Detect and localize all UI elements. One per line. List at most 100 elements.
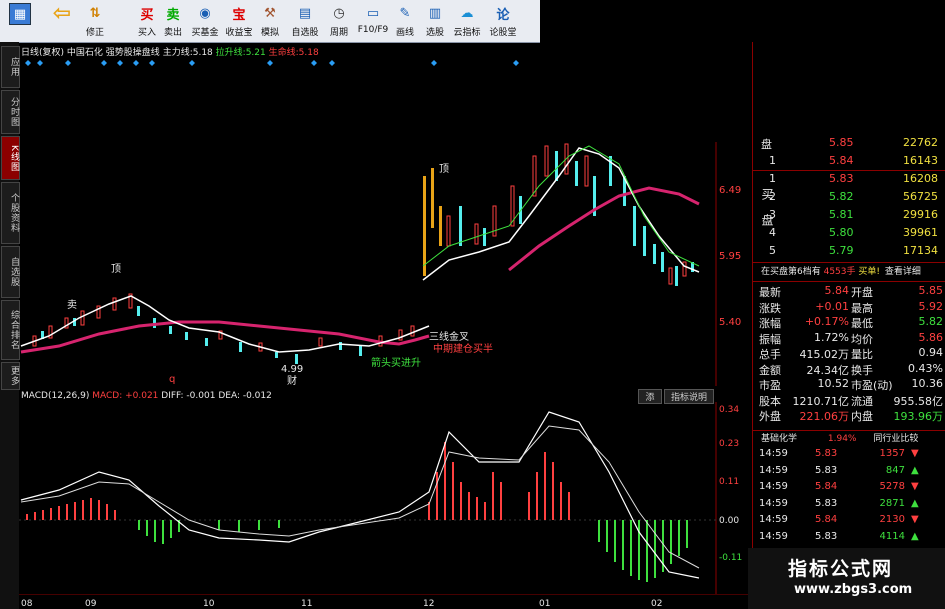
buy-vol-2: 56725	[903, 190, 938, 203]
x-tick-12: 12	[423, 599, 434, 609]
quote-value: 5.82	[918, 315, 944, 328]
quote-label: 量比	[851, 348, 873, 361]
x-tick-09: 09	[85, 599, 97, 609]
industry-compare-link[interactable]: 同行业比较	[873, 434, 918, 444]
sell-level: 1	[769, 154, 776, 167]
quote-label: 股本	[759, 394, 781, 408]
x-tick-08: 08	[21, 599, 33, 609]
life-line	[20, 320, 430, 354]
back-button[interactable]: ⇦	[44, 1, 80, 41]
kline-chart[interactable]: 顶 顶 卖 4.99 财 q 三线金叉 中期建仓买半 箭头买进升 6.49 5.…	[19, 56, 752, 386]
tab-kline[interactable]: K线图	[1, 136, 20, 180]
depth-notice-action: 买单!	[858, 267, 880, 277]
sell-icon: 卖	[166, 7, 180, 23]
cloud-indicator-button[interactable]: ☁ 云指标	[452, 1, 482, 41]
dea-line	[20, 425, 700, 569]
quote-value: 1.72%	[814, 330, 849, 344]
quote-label: 内盘	[851, 410, 873, 423]
quote-label: 均价	[851, 332, 873, 346]
trade-volume: 1357	[879, 448, 905, 459]
arrow-down-icon: ▼	[911, 448, 919, 459]
macd-chart[interactable]: 0.34 0.23 0.11 0.00 -0.11	[19, 402, 752, 594]
quote-value: 10.52	[817, 377, 850, 390]
x-tick-01: 01	[539, 599, 550, 609]
buy-price-3: 5.81	[829, 208, 854, 221]
buy-vol-5: 17134	[903, 244, 938, 257]
three-line-cross-label: 三线金叉	[429, 330, 469, 343]
watermark: 指标公式网 www.zbgs3.com	[748, 548, 945, 609]
quote-label: 流通	[851, 394, 873, 408]
pencil-icon: ✎	[399, 5, 411, 21]
x-tick-11: 11	[301, 599, 312, 609]
toolbar-blank	[540, 0, 945, 42]
buy-vol-4: 39961	[903, 226, 938, 239]
trade-time: 14:59	[759, 464, 788, 476]
arrow-up-icon: ▲	[911, 530, 919, 542]
simulate-button[interactable]: ⚒ 模拟	[256, 1, 284, 41]
buy-vol-1: 16208	[903, 172, 938, 185]
trade-price: 5.83	[815, 530, 838, 542]
period-button[interactable]: ◷ 周期	[326, 1, 352, 41]
trade-row: 14:59 5.83 4114 ▲	[753, 531, 945, 547]
income-bao-button[interactable]: 宝 收益宝	[224, 1, 254, 41]
back-icon: ⇦	[52, 0, 72, 26]
trade-time: 14:59	[759, 514, 788, 525]
forum-button[interactable]: 论 论股堂	[486, 1, 520, 41]
arrow-down-icon: ▼	[911, 481, 919, 492]
arrow-up-icon: ▲	[911, 464, 919, 476]
view-detail-link[interactable]: 查看详细	[885, 267, 921, 277]
tab-watchlist[interactable]: 自选股	[1, 246, 20, 298]
trade-row: 14:59 5.84 2130 ▼	[753, 514, 945, 530]
watermark-url: www.zbgs3.com	[794, 582, 913, 597]
arrow-up-icon: ▲	[911, 497, 919, 509]
quote-stats: 最新 5.84 开盘 5.85 涨跌 +0.01 最高 5.92 涨幅 +0.17% 最低 5.82 振…	[753, 284, 945, 426]
trade-row: 14:59 5.83 1357 ▼	[753, 448, 945, 464]
buy-button[interactable]: 买 买入	[134, 1, 160, 41]
quote-value: 5.85	[918, 284, 944, 297]
quote-label: 最新	[759, 286, 781, 299]
quote-value: 5.86	[918, 330, 944, 344]
trade-row: 14:59 5.84 5278 ▼	[753, 481, 945, 497]
quote-label: 外盘	[759, 410, 781, 423]
trade-price: 5.83	[815, 448, 838, 459]
draw-line-button[interactable]: ✎ 画线	[392, 1, 418, 41]
macd-title[interactable]: MACD(12,26,9)	[21, 391, 89, 401]
price-tick-3: 5.40	[719, 317, 741, 328]
candles-left	[32, 293, 415, 364]
f10-button[interactable]: ▭ F10/F9	[356, 1, 390, 41]
quote-label: 市盈	[759, 379, 781, 392]
hammer-icon: ⚒	[264, 5, 276, 21]
x-axis: 08 09 10 11 12 01 02	[19, 594, 752, 609]
trade-time: 14:59	[759, 530, 788, 542]
updown-icon: ⇅	[89, 5, 101, 21]
tab-intraday[interactable]: 分时图	[1, 90, 20, 134]
trade-price: 5.84	[815, 514, 838, 525]
macd-tick-2: 0.23	[719, 439, 739, 449]
stock-select-button[interactable]: ▥ 选股	[422, 1, 448, 41]
tab-ranking[interactable]: 综合排名	[1, 300, 20, 360]
sector-name[interactable]: 基础化学	[761, 434, 797, 444]
grid-menu-button[interactable]: ▦	[4, 1, 36, 41]
watchlist-button[interactable]: ▤ 自选股	[288, 1, 322, 41]
quote-label: 最高	[851, 301, 873, 315]
tab-apps[interactable]: 应用	[1, 46, 20, 88]
watchlist-icon: ▤	[298, 5, 312, 21]
quote-value: 415.02万	[799, 348, 850, 361]
top-right-label: 顶	[439, 163, 449, 175]
low-value-label: 4.99	[281, 364, 303, 375]
trade-volume: 2130	[879, 514, 905, 525]
select-icon: ▥	[428, 5, 442, 21]
sell-price: 5.84	[829, 154, 854, 167]
tab-more[interactable]: 更多	[1, 362, 20, 390]
buy-price-1: 5.83	[829, 172, 854, 185]
quote-value: 5.84	[824, 284, 850, 297]
macd-value: MACD: +0.021	[92, 391, 159, 401]
quote-label: 换手	[851, 363, 873, 377]
signal-markers-row	[25, 60, 519, 66]
sell-button[interactable]: 卖 卖出	[160, 1, 186, 41]
buy-level-5: 5	[769, 244, 776, 257]
quote-value: 1210.71亿	[792, 394, 850, 408]
tab-stock-info[interactable]: 个股资料	[1, 182, 20, 244]
fix-button[interactable]: ⇅ 修正	[80, 1, 110, 41]
buy-fund-button[interactable]: ◉ 买基金	[188, 1, 222, 41]
